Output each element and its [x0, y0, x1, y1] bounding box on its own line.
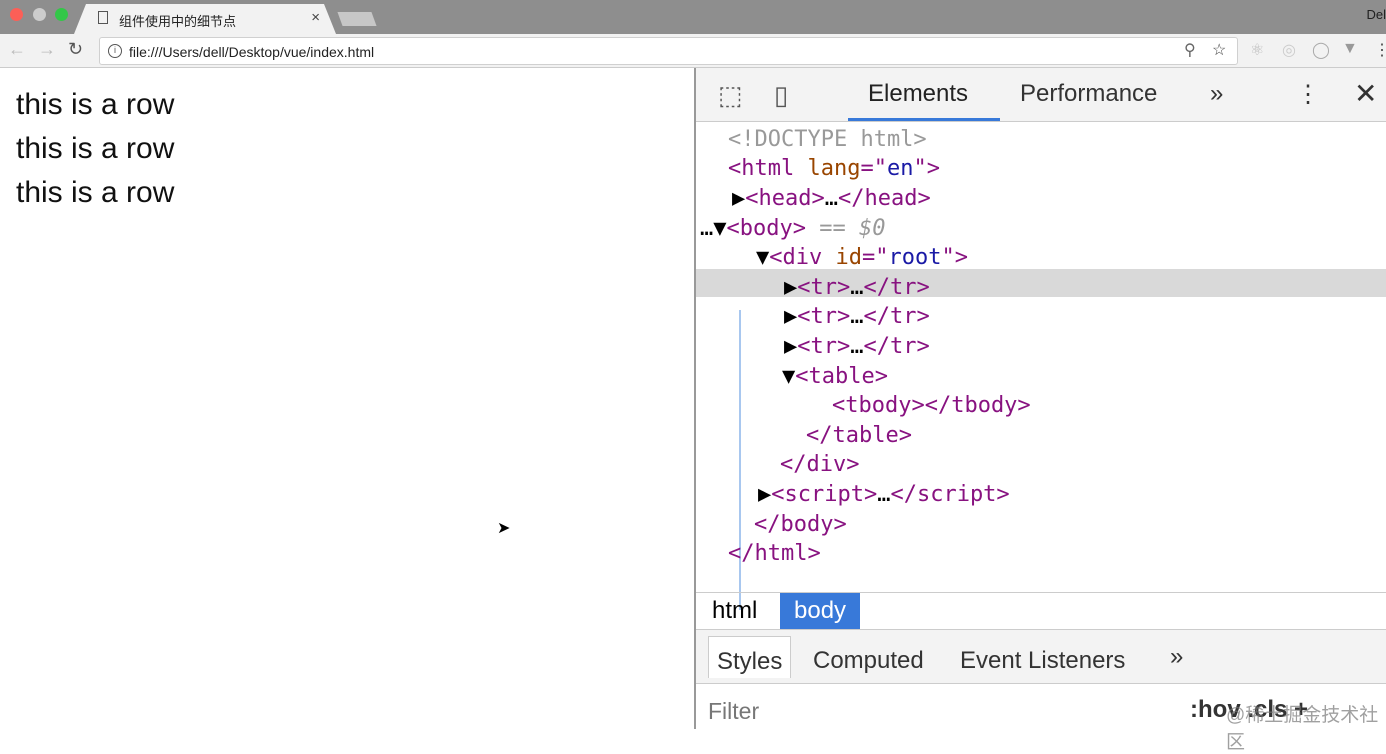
- breadcrumb-html[interactable]: html: [698, 593, 771, 629]
- document-icon: [98, 11, 108, 24]
- breadcrumb: html body: [696, 592, 1386, 630]
- tab-performance[interactable]: Performance: [1020, 80, 1157, 108]
- react-extension-icon[interactable]: ⚛: [1250, 40, 1264, 60]
- div-root-node[interactable]: ▼<div id="root">: [756, 243, 968, 272]
- tab-event-listeners[interactable]: Event Listeners: [960, 646, 1125, 688]
- tab-styles[interactable]: Styles: [708, 636, 792, 678]
- tab-elements[interactable]: Elements: [868, 80, 968, 108]
- minimize-window-button[interactable]: [33, 8, 46, 21]
- tbody-node[interactable]: <tbody></tbody>: [832, 391, 1031, 420]
- vue-devtools-icon[interactable]: ▼: [1342, 40, 1358, 58]
- row-text: this is a row: [16, 88, 175, 121]
- div-close-tag[interactable]: </div>: [780, 450, 859, 479]
- address-bar[interactable]: i file:///Users/dell/Desktop/vue/index.h…: [99, 37, 1238, 65]
- url-text: file:///Users/dell/Desktop/vue/index.htm…: [129, 44, 375, 60]
- html-node[interactable]: <html lang="en">: [728, 154, 940, 183]
- dom-tree: <!DOCTYPE html> <html lang="en"> ▶<head>…: [696, 122, 1386, 610]
- inspect-element-icon[interactable]: ⬚: [718, 80, 743, 111]
- body-node[interactable]: …▼<body> == $0: [700, 214, 885, 243]
- device-toolbar-icon[interactable]: ▯: [774, 80, 788, 111]
- forward-icon[interactable]: →: [38, 39, 56, 60]
- devtools-menu-icon[interactable]: ⋮: [1296, 80, 1320, 109]
- active-tab-indicator: [848, 118, 1000, 121]
- page-content: this is a row this is a row this is a ro…: [0, 68, 694, 729]
- title-bar: 组件使用中的细节点 × Del: [0, 0, 1386, 34]
- close-tab-icon[interactable]: ×: [311, 9, 320, 26]
- close-window-button[interactable]: [10, 8, 23, 21]
- browser-tab[interactable]: 组件使用中的细节点 ×: [74, 4, 336, 34]
- tr-node[interactable]: ▶<tr>…</tr>: [784, 302, 930, 331]
- tab-title: 组件使用中的细节点: [119, 14, 237, 29]
- table-close-tag[interactable]: </table>: [806, 421, 912, 450]
- watermark: @稀土掘金技术社区: [1226, 705, 1379, 753]
- close-devtools-icon[interactable]: ✕: [1354, 77, 1377, 110]
- devtools-panel: ⬚ ▯ Elements Performance » ⋮ ✕ <!DOCTYPE…: [694, 68, 1386, 753]
- back-icon[interactable]: ←: [8, 39, 26, 60]
- doctype-node[interactable]: <!DOCTYPE html>: [728, 125, 927, 154]
- bookmark-star-icon[interactable]: ☆: [1212, 40, 1226, 60]
- body-close-tag[interactable]: </body>: [754, 510, 847, 539]
- table-node[interactable]: ▼<table>: [782, 362, 888, 391]
- tr-node[interactable]: ▶<tr>…</tr>: [784, 332, 930, 361]
- html-close-tag[interactable]: </html>: [728, 539, 821, 568]
- extension-icon[interactable]: ◎: [1282, 40, 1296, 60]
- head-node[interactable]: ▶<head>…</head>: [732, 184, 931, 213]
- browser-toolbar: ← → ↻ i file:///Users/dell/Desktop/vue/i…: [0, 34, 1386, 68]
- info-icon[interactable]: i: [108, 44, 122, 58]
- devtools-tabbar: ⬚ ▯ Elements Performance » ⋮ ✕: [696, 68, 1386, 122]
- breadcrumb-body[interactable]: body: [780, 593, 861, 629]
- row-text: this is a row: [16, 132, 175, 165]
- mouse-cursor-icon: ➤: [497, 520, 511, 537]
- tab-computed[interactable]: Computed: [813, 646, 924, 688]
- menu-icon[interactable]: ⋮: [1374, 40, 1386, 60]
- styles-tabbar: Styles Computed Event Listeners »: [696, 630, 1386, 684]
- reload-icon[interactable]: ↻: [68, 39, 83, 60]
- row-text: this is a row: [16, 176, 175, 209]
- more-tabs-icon[interactable]: »: [1170, 642, 1183, 684]
- extension-icon-2[interactable]: ◯: [1312, 40, 1330, 60]
- script-node[interactable]: ▶<script>…</script>: [758, 480, 1010, 509]
- styles-filter-input[interactable]: Filter: [708, 698, 759, 725]
- zoom-icon[interactable]: ⚲: [1184, 40, 1196, 60]
- maximize-window-button[interactable]: [55, 8, 68, 21]
- profile-name[interactable]: Del: [1366, 7, 1386, 22]
- more-tabs-icon[interactable]: »: [1210, 80, 1223, 108]
- new-tab-button[interactable]: [337, 12, 377, 26]
- tr-node[interactable]: ▶<tr>…</tr>: [784, 273, 930, 302]
